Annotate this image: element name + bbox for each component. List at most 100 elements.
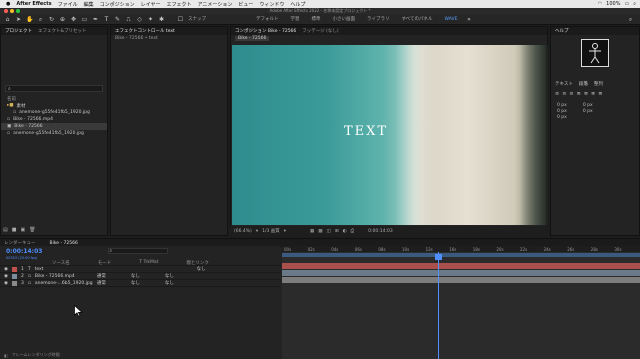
space-after-field[interactable]: 0 px [557,115,567,121]
resolution-chevron-down-icon[interactable]: ▾ [284,229,286,234]
selection-tool-icon[interactable]: ➤ [15,16,22,23]
justify-right-icon[interactable]: ≣ [591,91,595,97]
battery-icon[interactable]: ▭ [624,1,629,7]
menu-app[interactable]: After Effects [16,1,51,7]
visibility-eye-icon[interactable]: ◉ [4,267,8,272]
justify-center-icon[interactable]: ≣ [584,91,588,97]
workspace-tab-default[interactable]: デフォルト [256,16,279,22]
rect-tool-icon[interactable]: ▭ [81,16,88,23]
interpret-footage-icon[interactable]: ▤ [3,227,8,233]
label-color-swatch[interactable] [11,280,17,286]
delete-icon[interactable]: 🗑 [29,227,35,233]
new-folder-icon[interactable]: ■ [12,227,17,233]
anchor-tool-icon[interactable]: ✥ [70,16,77,23]
roto-tool-icon[interactable]: ✦ [147,16,154,23]
zoom-dropdown[interactable]: (66.4%) [234,229,252,234]
stamp-tool-icon[interactable]: ⎍ [125,16,132,23]
zoom-tool-icon[interactable]: ⌕ [37,16,44,23]
menu-view[interactable]: ビュー [238,1,253,8]
workspace-tab-libraries[interactable]: ライブラリ [367,16,390,22]
layer-parent[interactable]: なし [197,266,206,272]
menu-effect[interactable]: エフェクト [167,1,192,8]
search-icon[interactable]: ⌕ [633,1,636,7]
align-left-icon[interactable]: ≡ [555,91,559,97]
home-icon[interactable]: ⌂ [4,16,11,23]
brush-tool-icon[interactable]: ✎ [114,16,121,23]
puppet-tool-icon[interactable]: ✱ [158,16,165,23]
project-item-image[interactable]: ▫ anemone-g55fe41fb5_1920.jpg [1,109,107,116]
visibility-eye-icon[interactable]: ◉ [4,274,8,279]
pen-tool-icon[interactable]: ✒ [92,16,99,23]
project-item-comp[interactable]: ▣ Bike - 72566 [1,123,107,130]
layer-parent[interactable]: なし [165,273,174,279]
project-column-header[interactable]: 名前 [1,95,107,102]
transparency-grid-icon[interactable]: ▩ [318,229,322,234]
region-icon[interactable]: ▦ [310,229,314,234]
timeline-layer-row[interactable]: ◉ 3 ▫ anemone-...6b5_1920.jpg 通常 なし なし [0,280,280,287]
label-color-swatch[interactable] [11,266,17,272]
mask-icon[interactable]: ◫ [327,229,331,234]
layer-trkmat[interactable]: なし [131,280,161,286]
hand-tool-icon[interactable]: ✋ [26,16,33,23]
tab-help[interactable]: ヘルプ [555,28,569,34]
workspace-tab-wave[interactable]: WAVE [445,17,458,22]
tab-effects-presets[interactable]: エフェクト&プリセット [38,28,87,34]
menu-edit[interactable]: 編集 [84,1,94,8]
menu-composition[interactable]: コンポジション [100,1,135,8]
toggle-switches-icon[interactable]: ◧ [4,353,8,358]
menu-help[interactable]: ヘルプ [290,1,305,8]
zoom-chevron-down-icon[interactable]: ▾ [256,229,258,234]
align-center-icon[interactable]: ≡ [562,91,566,97]
space-before-field[interactable]: 0 px [583,109,593,115]
justify-all-icon[interactable]: ≣ [598,91,602,97]
justify-left-icon[interactable]: ≣ [577,91,581,97]
menu-window[interactable]: ウィンドウ [259,1,284,8]
tab-align[interactable]: 整列 [594,81,603,87]
comp-timecode[interactable]: 0:00:14:03 [368,229,393,234]
tab-footage[interactable]: フッテージ (なし) [302,28,338,34]
label-color-swatch[interactable] [11,273,17,279]
tab-effect-controls[interactable]: エフェクトコントロール text [115,28,175,34]
layer-parent[interactable]: なし [165,280,174,286]
camera-tool-icon[interactable]: ⊕ [59,16,66,23]
timeline-layer-row[interactable]: ◉ 2 ▫ Bike - 72566.mp4 通常 なし なし [0,273,280,280]
playhead-line[interactable] [437,252,439,359]
timeline-timecode[interactable]: 0:00:14:03 [6,248,42,255]
tab-timeline-comp[interactable]: Bike - 72566 [50,241,78,246]
tab-text[interactable]: テキスト [555,81,573,87]
workspace-tab-standard[interactable]: 標準 [312,16,321,22]
composition-viewer-image[interactable] [232,45,546,225]
project-item-image[interactable]: ▫ anemone-g55fe41fb5_1920.jpg [1,130,107,137]
new-comp-icon[interactable]: ▣ [20,227,25,233]
workspace-tab-learn[interactable]: 学習 [291,16,300,22]
timeline-layer-row[interactable]: ◉ 1 T text なし [0,266,280,273]
snap-checkbox-icon[interactable]: ☐ [177,16,184,23]
work-area-bar[interactable] [282,253,640,257]
workspace-tab-small[interactable]: 小さい画面 [333,16,356,22]
zoom-window-icon[interactable] [16,9,20,13]
text-tool-icon[interactable]: T [103,16,110,23]
align-right-icon[interactable]: ≡ [569,91,573,97]
layer-trkmat[interactable]: なし [131,273,161,279]
workspace-more-icon[interactable]: » [465,16,472,23]
search-help-icon[interactable]: ⌕ [627,16,634,23]
workspace-tab-all[interactable]: すべてのパネル [402,16,433,22]
rotate-tool-icon[interactable]: ↻ [48,16,55,23]
project-item-video[interactable]: ▫ Bike - 72566.mp4 [1,116,107,123]
guides-icon[interactable]: ⊞ [335,229,339,234]
channel-icon[interactable]: ◐ [343,229,347,234]
camera-snapshot-icon[interactable]: ⎙ [351,228,355,234]
close-window-icon[interactable] [4,9,8,13]
menu-animation[interactable]: アニメーション [198,1,233,8]
layer-mode[interactable]: 通常 [97,273,127,279]
viewer-text-layer[interactable]: TEXT [344,124,388,139]
tab-paragraph[interactable]: 段落 [579,81,588,87]
comp-tab-chip[interactable]: Bike - 72566 [235,36,270,41]
layer-bar-image[interactable] [282,277,640,283]
eraser-tool-icon[interactable]: ◇ [136,16,143,23]
resolution-dropdown[interactable]: 1/3 画質 [262,228,280,234]
project-search-field[interactable]: ⌕ [5,85,103,92]
tab-project[interactable]: プロジェクト [5,28,32,34]
time-ruler[interactable]: 00s 02s 04s 06s 08s 10s 12s 16s 18s 20s 22s 24s 26s 2… [282,246,640,252]
menu-layer[interactable]: レイヤー [141,1,161,8]
